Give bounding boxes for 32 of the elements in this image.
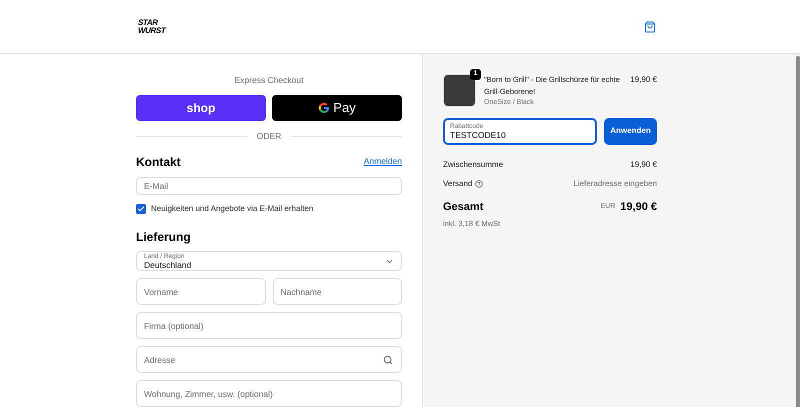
search-icon [383, 354, 393, 364]
section-label: Express Checkout [234, 74, 304, 87]
product-price: 19,90 € [630, 74, 657, 86]
shopping-bag-icon[interactable] [644, 20, 656, 32]
field-value: TESTCODE10 [450, 131, 507, 140]
section-heading: Kontakt [136, 154, 181, 170]
checkbox-label: Neuigkeiten und Angebote via E-Mail erhalten [151, 203, 314, 215]
input-field[interactable]: Firma (optional) [136, 312, 402, 339]
address-field[interactable]: Adresse [136, 346, 402, 373]
summary-value: Lieferadresse eingeben [573, 178, 657, 190]
checkbox[interactable] [136, 204, 146, 214]
total-amount: 19,90 € [620, 200, 657, 214]
login-link[interactable]: Anmelden [364, 155, 402, 168]
summary-value: 19,90 € [630, 158, 657, 170]
summary-label: Versand [443, 178, 472, 190]
select-value: Deutschland [144, 261, 192, 270]
section-heading: Lieferung [136, 229, 192, 246]
logo[interactable]: STAR WURST [138, 18, 166, 34]
help-icon[interactable] [475, 180, 484, 188]
scrollbar[interactable] [795, 54, 800, 407]
shop-pay-button[interactable]: shop [136, 94, 266, 121]
input-field[interactable]: Wohnung, Zimmer, usw. (optional) [136, 380, 402, 407]
g-logo-icon [318, 102, 330, 114]
apply-button[interactable]: Anwenden [604, 118, 657, 144]
summary-label: Zwischensumme [443, 158, 504, 170]
input-field[interactable]: Nachname [272, 278, 402, 305]
google-pay-button[interactable]: Pay [272, 94, 402, 121]
input-field[interactable]: Vorname [136, 278, 266, 305]
divider-label: ODER [256, 130, 282, 142]
total-label: Gesamt [443, 200, 484, 214]
product-image-placeholder [443, 74, 476, 107]
email-field[interactable]: E-Mail [136, 176, 402, 195]
